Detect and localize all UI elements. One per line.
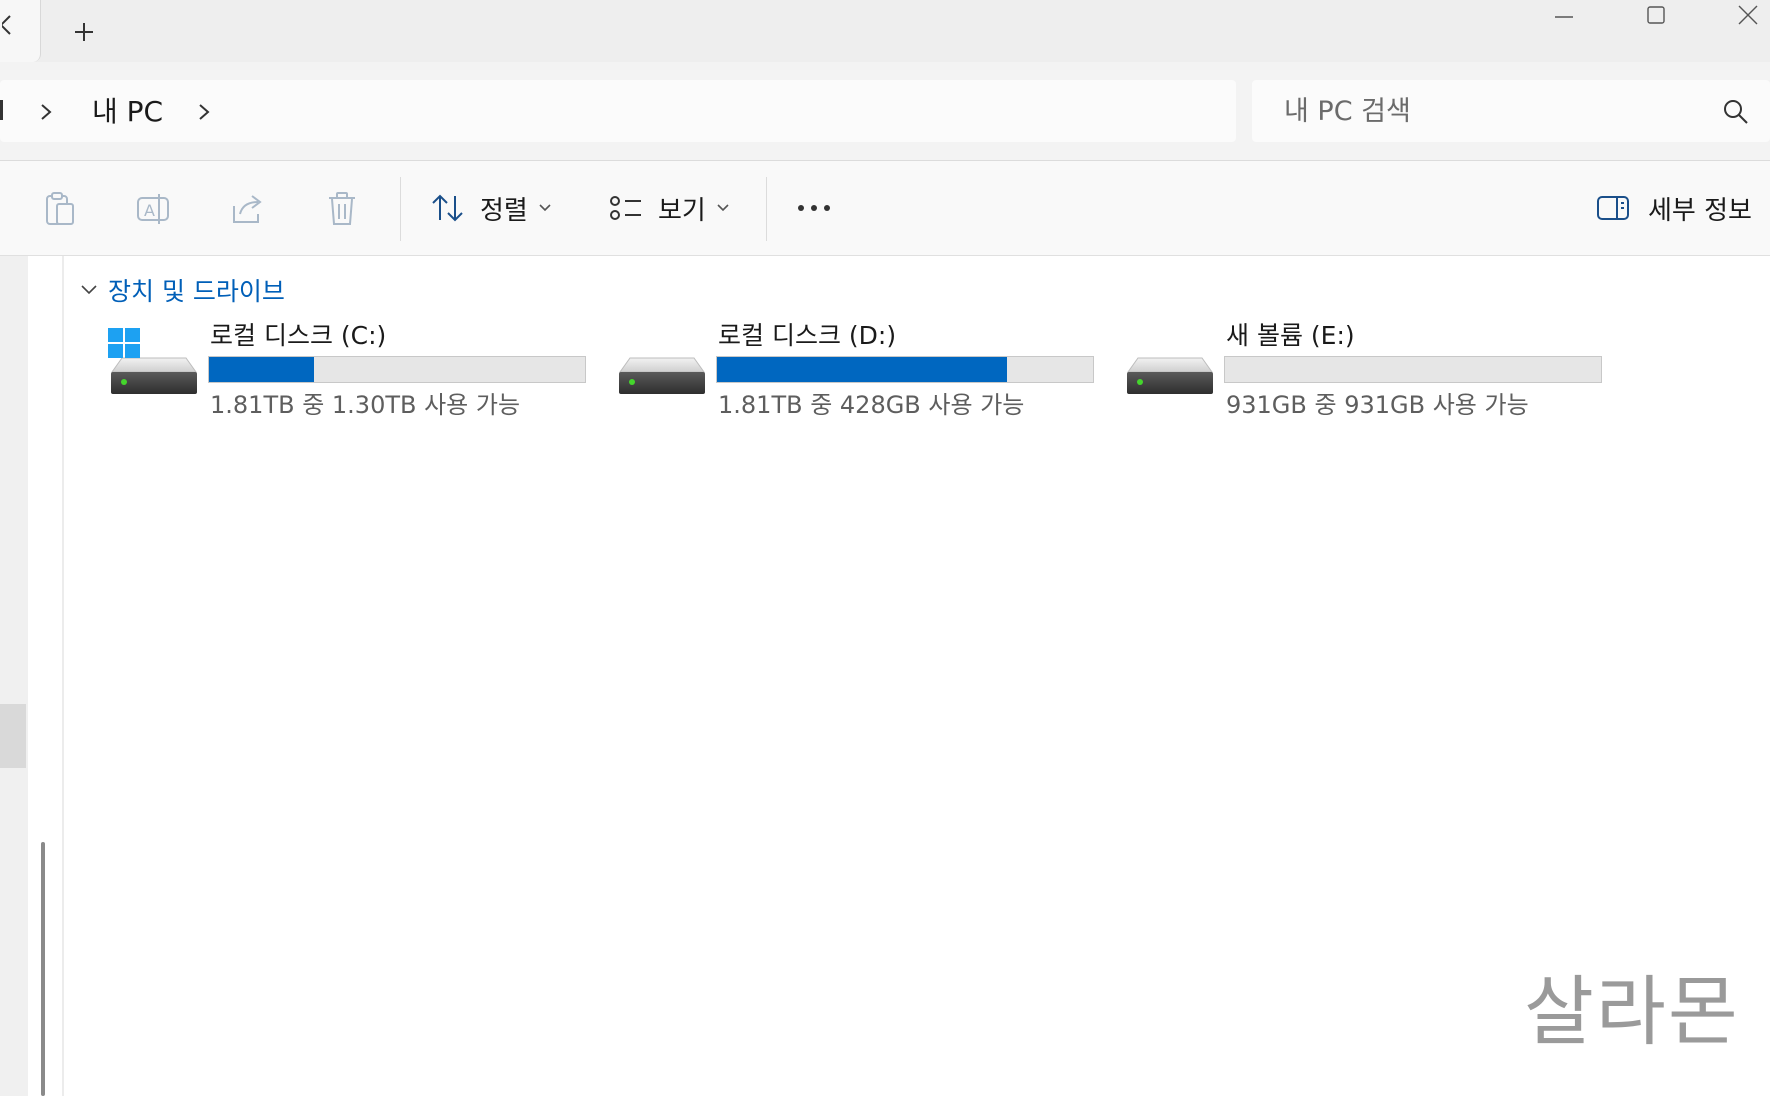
drive-free-space: 1.81TB 중 1.30TB 사용 가능 [210,391,521,419]
tab-close-icon[interactable] [2,12,22,38]
breadcrumb-chevron-icon[interactable] [36,98,56,126]
maximize-button[interactable] [1620,0,1692,30]
active-tab[interactable] [0,0,41,62]
minimize-button[interactable] [1528,0,1600,30]
details-label: 세부 정보 [1648,195,1752,226]
drive-free-space: 1.81TB 중 428GB 사용 가능 [718,391,1025,419]
breadcrumb-this-pc[interactable]: 내 PC [92,94,163,130]
scrollbar[interactable] [41,842,45,1096]
group-title: 장치 및 드라이브 [108,277,285,306]
toolbar-separator [766,177,767,241]
more-icon [798,205,830,211]
breadcrumb-chevron-icon[interactable] [194,98,214,126]
address-row: 내 PC [0,62,1770,161]
sort-icon [432,194,463,222]
close-window-button[interactable] [1712,0,1770,30]
maximize-icon [1647,6,1665,24]
drive-usage-bar [1224,356,1602,383]
sort-label: 정렬 [480,195,528,226]
rename-button[interactable]: A [134,189,174,229]
drive-tile[interactable]: 새 볼륨 (E:) 931GB 중 931GB 사용 가능 [1124,318,1624,428]
chevron-down-icon [717,204,729,212]
minimize-icon [1555,16,1573,18]
command-bar: A 정렬 보기 세부 정보 [0,161,1770,256]
drive-usage-bar [716,356,1094,383]
drive-name: 로컬 디스크 (C:) [210,321,387,350]
drive-usage-fill [209,357,315,382]
watermark-text: 살라몬 [1524,967,1740,1056]
details-pane-button[interactable]: 세부 정보 [1596,185,1752,231]
close-icon [1738,5,1758,25]
search-box[interactable] [1252,80,1770,142]
group-header-devices[interactable]: 장치 및 드라이브 [80,270,285,310]
view-icon [610,196,641,220]
view-label: 보기 [658,195,706,226]
drive-name: 새 볼륨 (E:) [1226,321,1355,350]
search-icon[interactable] [1722,98,1750,126]
trash-icon [329,192,355,225]
drive-free-space: 931GB 중 931GB 사용 가능 [1226,391,1529,419]
share-icon [233,195,262,223]
address-bar[interactable]: 내 PC [0,80,1236,142]
search-input[interactable] [1284,92,1684,130]
sort-button[interactable]: 정렬 [430,185,552,231]
more-options-button[interactable] [796,185,832,231]
rename-icon: A [137,194,169,224]
drive-tile[interactable]: 로컬 디스크 (D:) 1.81TB 중 428GB 사용 가능 [616,318,1116,428]
nav-selected-item[interactable] [0,704,26,768]
drive-tile[interactable]: 로컬 디스크 (C:) 1.81TB 중 1.30TB 사용 가능 [108,318,608,428]
navigation-pane[interactable] [0,256,28,1096]
breadcrumb-edge [0,100,3,120]
windows-logo-icon [108,328,140,358]
hard-drive-icon [108,328,197,394]
toolbar-separator [400,177,401,241]
hard-drive-icon [619,357,705,394]
pane-splitter[interactable] [62,256,64,1096]
view-button[interactable]: 보기 [608,185,730,231]
share-button[interactable] [228,189,268,229]
hard-drive-icon [1127,357,1213,394]
details-pane-icon [1597,196,1629,220]
delete-button[interactable] [322,189,362,229]
chevron-down-icon [81,285,97,295]
chevron-down-icon [539,204,551,212]
svg-text:A: A [144,201,155,220]
drive-usage-bar [208,356,586,383]
drive-usage-fill [717,357,1007,382]
title-bar [0,0,1770,62]
plus-icon [75,23,93,41]
new-tab-button[interactable] [66,14,102,50]
drive-name: 로컬 디스크 (D:) [718,321,897,350]
paste-button[interactable] [40,189,80,229]
clipboard-icon [46,192,74,225]
